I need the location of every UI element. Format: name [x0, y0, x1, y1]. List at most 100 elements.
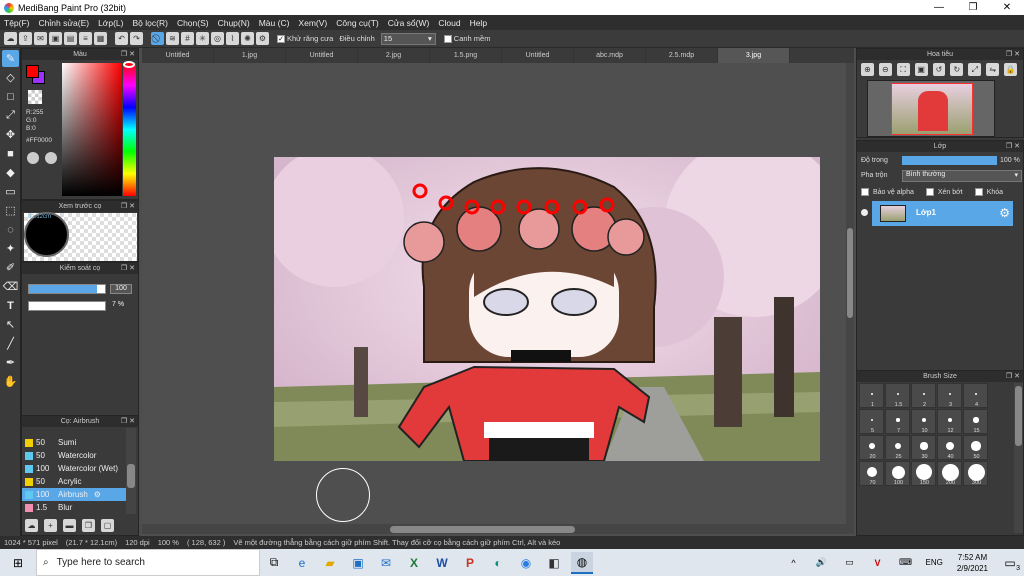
- brush-duplicate-icon[interactable]: ▢: [101, 519, 114, 532]
- brush-size-scrollbar[interactable]: [1014, 383, 1023, 533]
- excel-icon[interactable]: X: [403, 552, 425, 574]
- brush-folder-icon[interactable]: ▬: [63, 519, 76, 532]
- rotate-right-icon[interactable]: ↻: [950, 63, 964, 76]
- artwork-canvas[interactable]: [274, 157, 820, 461]
- layer-row[interactable]: Lớp1 ⚙: [872, 201, 1013, 226]
- lasso-tool-icon[interactable]: ◌: [2, 221, 19, 238]
- app-icon-dark[interactable]: ◧: [543, 552, 565, 574]
- powerpoint-icon[interactable]: P: [459, 552, 481, 574]
- text-tool-icon[interactable]: T: [2, 297, 19, 314]
- palette-icon[interactable]: [27, 152, 39, 164]
- chrome-icon[interactable]: ◉: [515, 552, 537, 574]
- magic-wand-tool-icon[interactable]: ✦: [2, 240, 19, 257]
- brush-size-cell[interactable]: 10: [911, 409, 936, 434]
- foreground-color-swatch[interactable]: [26, 65, 39, 78]
- comment-icon[interactable]: ✉: [34, 32, 47, 45]
- close-button[interactable]: ✕: [990, 0, 1024, 15]
- fill-layer-icon[interactable]: ▣: [49, 32, 62, 45]
- clock[interactable]: 7:52 AM 2/9/2021: [957, 552, 988, 574]
- brush-size-cell[interactable]: 150: [911, 461, 936, 486]
- flip-icon[interactable]: ⇋: [986, 63, 1000, 76]
- document-tab[interactable]: 2.jpg: [358, 48, 430, 63]
- brush-size-cell[interactable]: 30: [911, 435, 936, 460]
- layer-visibility-icon[interactable]: [859, 201, 871, 225]
- brush-size-cell[interactable]: 4: [963, 383, 988, 408]
- brush-list-item[interactable]: 100 Watercolor (Wet): [22, 462, 126, 475]
- select-pen-tool-icon[interactable]: ✐: [2, 259, 19, 276]
- maximize-button[interactable]: ❐: [956, 0, 990, 15]
- bucket-tool-icon[interactable]: ◆: [2, 164, 19, 181]
- medibang-taskbar-icon[interactable]: ◍: [571, 551, 593, 574]
- menu-item[interactable]: Cửa sổ(W): [388, 18, 430, 28]
- edge-icon[interactable]: ◐: [487, 552, 509, 574]
- menu-item[interactable]: Tệp(F): [4, 18, 30, 28]
- brush-size-slider[interactable]: [28, 284, 106, 294]
- snap-parallel-icon[interactable]: ≋: [166, 32, 179, 45]
- blend-mode-select[interactable]: Bình thường ▾: [902, 170, 1022, 182]
- undo-icon[interactable]: ↶: [115, 32, 128, 45]
- document-tab[interactable]: 2.5.mdp: [646, 48, 718, 63]
- antivirus-icon[interactable]: V: [867, 552, 889, 574]
- eraser-tool-icon[interactable]: ◇: [2, 69, 19, 86]
- document-tab[interactable]: Untitled: [286, 48, 358, 63]
- brush-size-cell[interactable]: 12: [937, 409, 962, 434]
- dot-tool-icon[interactable]: □: [2, 88, 19, 105]
- menu-item[interactable]: Xem(V): [298, 18, 327, 28]
- settings-icon[interactable]: ⚙: [256, 32, 269, 45]
- brush-size-cell[interactable]: 40: [937, 435, 962, 460]
- horizontal-scroll-thumb[interactable]: [390, 526, 575, 533]
- menu-item[interactable]: Công cụ(T): [336, 18, 379, 28]
- brush-list-scrollbar[interactable]: [126, 428, 136, 514]
- brush-cloud-icon[interactable]: ☁: [25, 519, 38, 532]
- document-tab[interactable]: Untitled: [142, 48, 214, 63]
- document-tab[interactable]: 1.5.png: [430, 48, 502, 63]
- document-tab[interactable]: 1.jpg: [214, 48, 286, 63]
- snap-off-icon[interactable]: ⃠: [151, 32, 164, 45]
- eyedropper-tool-icon[interactable]: ✒: [2, 354, 19, 371]
- keyboard-icon[interactable]: ⌨: [895, 552, 917, 574]
- brush-settings-icon[interactable]: ⚙: [94, 490, 101, 499]
- vertical-scroll-thumb[interactable]: [847, 228, 853, 318]
- document-tab[interactable]: abc.mdp: [574, 48, 646, 63]
- fullscreen-icon[interactable]: ⤢: [968, 63, 982, 76]
- taskbar-search[interactable]: ⌕ Type here to search: [36, 549, 260, 576]
- snap-circle-icon[interactable]: ◎: [211, 32, 224, 45]
- transparent-color-swatch[interactable]: [28, 90, 42, 104]
- marquee-tool-icon[interactable]: ⬚: [2, 202, 19, 219]
- saturation-value-picker[interactable]: [62, 63, 122, 196]
- document-tab[interactable]: Untitled: [502, 48, 574, 63]
- brush-list-item[interactable]: 50 Acrylic: [22, 475, 126, 488]
- adjust-select[interactable]: 15 ▾: [380, 32, 436, 45]
- snap-grid-icon[interactable]: #: [181, 32, 194, 45]
- brush-size-cell[interactable]: 100: [885, 461, 910, 486]
- rotate-left-icon[interactable]: ↺: [932, 63, 946, 76]
- task-view-icon[interactable]: ⧉: [263, 552, 285, 574]
- snap-radial-icon[interactable]: ✳: [196, 32, 209, 45]
- brush-add-icon[interactable]: +: [44, 519, 57, 532]
- menu-item[interactable]: Bộ lọc(R): [133, 18, 168, 28]
- menu-item[interactable]: Cloud: [438, 18, 460, 28]
- brush-size-cell[interactable]: 1: [859, 383, 884, 408]
- tray-arrow-icon[interactable]: ^: [783, 552, 805, 574]
- move-tool-icon[interactable]: ✥: [2, 126, 19, 143]
- brush-copy-icon[interactable]: ❐: [82, 519, 95, 532]
- brush-size-cell[interactable]: 25: [885, 435, 910, 460]
- menu-item[interactable]: Help: [470, 18, 487, 28]
- menu-item[interactable]: Chụp(N): [218, 18, 250, 28]
- brush-list-item[interactable]: 50 Sumi: [22, 436, 126, 449]
- operation-tool-icon[interactable]: ↖: [2, 316, 19, 333]
- brush-tool-icon[interactable]: ✎: [2, 50, 19, 67]
- lock-view-icon[interactable]: 🔒: [1004, 63, 1018, 76]
- brush-size-cell[interactable]: 15: [963, 409, 988, 434]
- layer-opacity-slider[interactable]: [902, 156, 997, 165]
- snap-curve-icon[interactable]: ⌇: [226, 32, 239, 45]
- zoom-out-icon[interactable]: ⊖: [878, 63, 892, 76]
- notification-icon[interactable]: ▭ 3: [996, 556, 1024, 572]
- select-eraser-tool-icon[interactable]: ⌫: [2, 278, 19, 295]
- clipping-checkbox[interactable]: [925, 188, 934, 196]
- brush-size-cell[interactable]: 20: [859, 435, 884, 460]
- brush-size-cell[interactable]: 200: [937, 461, 962, 486]
- brush-size-cell[interactable]: 2: [911, 383, 936, 408]
- gradient-tool-icon[interactable]: ▭: [2, 183, 19, 200]
- list-icon[interactable]: ≡: [79, 32, 92, 45]
